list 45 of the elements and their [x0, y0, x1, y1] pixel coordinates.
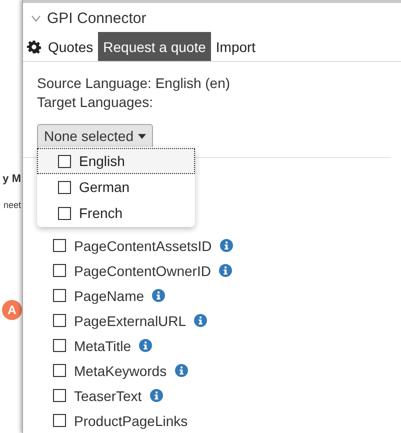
info-icon[interactable]: [139, 339, 152, 352]
language-dropdown[interactable]: None selected: [37, 124, 153, 150]
language-option[interactable]: German: [37, 174, 195, 200]
tab[interactable]: Quotes: [43, 32, 98, 62]
field-label: PageName: [74, 288, 144, 304]
field-label: MetaKeywords: [74, 362, 167, 378]
field-label: MetaTitle: [74, 338, 132, 354]
page-text: neet: [3, 200, 21, 210]
tab[interactable]: Import: [210, 32, 261, 62]
info-icon[interactable]: [194, 314, 208, 327]
tab[interactable]: Request a quote: [98, 32, 211, 62]
checkbox[interactable]: [53, 389, 66, 402]
info-icon[interactable]: [220, 239, 233, 252]
checkbox[interactable]: [53, 414, 66, 427]
option-label: French: [79, 204, 123, 223]
option-label: German: [79, 178, 130, 197]
field-label: TeaserText: [74, 388, 142, 404]
checkbox[interactable]: [53, 289, 66, 302]
info-icon[interactable]: [174, 364, 188, 377]
settings-icon[interactable]: [27, 40, 41, 54]
checkbox[interactable]: [58, 154, 71, 168]
caret-icon: [138, 134, 146, 140]
checkbox[interactable]: [58, 180, 71, 194]
checkbox[interactable]: [53, 364, 66, 377]
caret-icon[interactable]: [31, 14, 41, 22]
source-language-text: Source Language: English (en): [37, 74, 232, 94]
field-label: ProductPageLinks: [74, 412, 188, 428]
info-icon[interactable]: [218, 264, 232, 277]
language-option[interactable]: French: [37, 200, 195, 226]
field-label: PageContentAssetsID: [74, 238, 212, 254]
field-label: PageExternalURL: [74, 312, 186, 328]
panel-title: GPI Connector: [47, 10, 146, 27]
field-label: PageContentOwnerID: [74, 262, 211, 278]
checkbox[interactable]: [53, 264, 66, 277]
page-heading: y M: [2, 172, 21, 186]
checkbox[interactable]: [53, 314, 66, 327]
info-icon[interactable]: [152, 289, 166, 302]
language-option[interactable]: English: [37, 148, 195, 174]
option-label: English: [79, 152, 125, 171]
checkbox[interactable]: [58, 206, 71, 220]
checkbox[interactable]: [53, 239, 66, 252]
checkbox[interactable]: [53, 339, 66, 352]
logo: A: [2, 300, 22, 320]
target-languages-label: Target Languages:: [37, 93, 154, 112]
info-icon[interactable]: [150, 389, 163, 402]
